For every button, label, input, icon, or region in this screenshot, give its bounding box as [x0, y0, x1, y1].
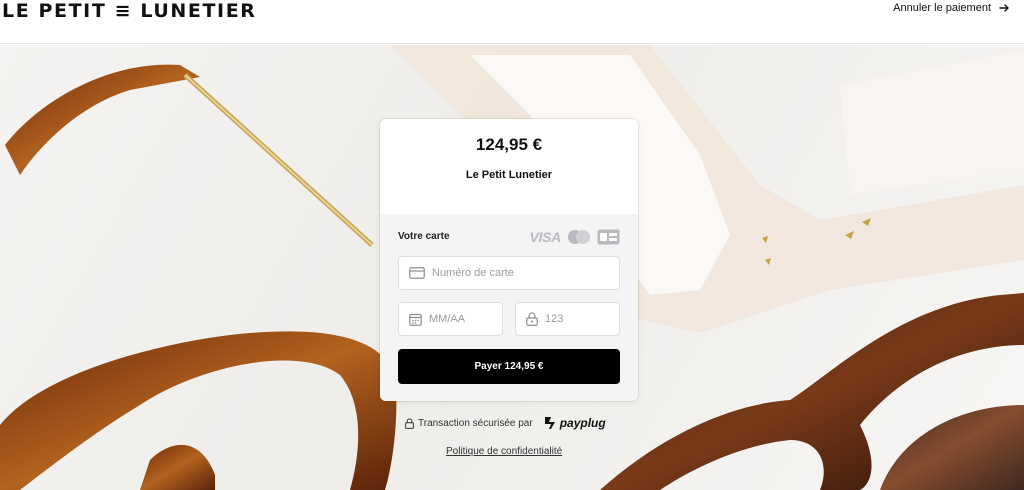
- merchant-name: Le Petit Lunetier: [465, 169, 553, 181]
- card-label-row: Votre carte VISA: [398, 214, 620, 256]
- payment-card: 124,95 € Le Petit Lunetier Votre carte V…: [380, 119, 638, 401]
- expiry-date-placeholder: MM/AA: [429, 313, 466, 325]
- card-brands: VISA: [530, 229, 620, 245]
- cvc-placeholder: 123: [545, 313, 564, 325]
- cancel-payment-label: Annuler le paiement: [893, 2, 991, 14]
- payplug-logo: payplug: [543, 416, 606, 430]
- padlock-icon: [405, 417, 414, 429]
- mastercard-logo-icon: [568, 229, 590, 244]
- cb-logo-icon: [597, 229, 620, 244]
- payplug-mark-icon: [544, 417, 555, 429]
- site-header: LE PETIT ≡ LUNETIER Annuler le paiement: [0, 0, 1024, 44]
- lock-icon: [526, 312, 538, 326]
- arrow-right-icon: [999, 4, 1009, 12]
- visa-logo-icon: VISA: [529, 228, 562, 245]
- pay-button[interactable]: Payer 124,95 €: [398, 349, 620, 384]
- brand-logo[interactable]: LE PETIT ≡ LUNETIER: [2, 0, 257, 23]
- card-number-placeholder: Numéro de carte: [432, 267, 514, 279]
- privacy-policy-link[interactable]: Politique de confidentialité: [446, 446, 562, 457]
- card-label: Votre carte: [398, 231, 450, 242]
- payment-amount: 124,95 €: [475, 135, 543, 154]
- calendar-icon: [409, 313, 422, 326]
- card-number-input[interactable]: Numéro de carte: [398, 256, 620, 290]
- secure-transaction-text: Transaction sécurisée par: [418, 417, 533, 429]
- credit-card-icon: [409, 267, 425, 279]
- payment-summary: 124,95 € Le Petit Lunetier: [380, 119, 638, 214]
- cvc-input[interactable]: 123: [515, 302, 620, 336]
- payplug-label: payplug: [559, 416, 606, 430]
- cancel-payment-link[interactable]: Annuler le paiement: [893, 0, 1010, 16]
- card-form: Votre carte VISA Numéro de carte MM/AA 1…: [380, 214, 638, 401]
- expiry-date-input[interactable]: MM/AA: [398, 302, 503, 336]
- secure-transaction-note: Transaction sécurisée par payplug: [405, 416, 606, 430]
